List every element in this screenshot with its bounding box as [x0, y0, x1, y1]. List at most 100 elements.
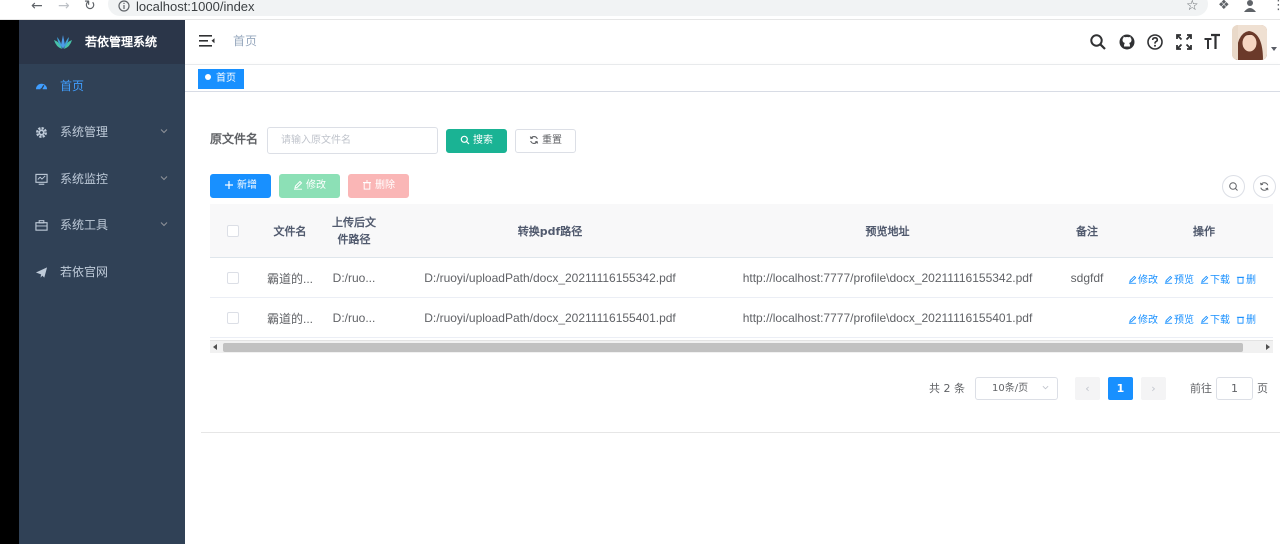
col-header-preview-url: 预览地址 — [865, 224, 910, 238]
edit-icon — [1128, 275, 1137, 284]
caret-down-icon[interactable] — [1271, 47, 1277, 51]
table-header: 文件名 上传后文件路径 转换pdf路径 预览地址 备注 操作 — [210, 204, 1273, 258]
reset-button[interactable]: 重置 — [515, 129, 576, 153]
trash-icon — [1236, 276, 1245, 284]
row-edit-link[interactable]: 修改 — [1128, 271, 1158, 286]
cell-preview-url: http://localhost:7777/profile\docx_20211… — [742, 271, 1033, 285]
monitor-icon — [35, 173, 48, 185]
row-download-link[interactable]: 下载 — [1200, 311, 1230, 326]
sidebar-item-system-management[interactable]: 系统管理 — [19, 110, 185, 156]
refresh-icon — [529, 136, 539, 144]
row-edit-link[interactable]: 修改 — [1128, 311, 1158, 326]
logo-area[interactable]: 若依管理系统 — [19, 20, 185, 64]
search-icon[interactable] — [1089, 33, 1107, 51]
back-arrow-icon[interactable]: ← — [31, 0, 43, 14]
row-checkbox[interactable] — [227, 312, 239, 324]
page-number-1[interactable]: 1 — [1108, 377, 1133, 400]
prev-page-button[interactable]: ‹ — [1075, 377, 1100, 400]
forward-arrow-icon[interactable]: → — [58, 0, 70, 14]
tag-label: 首页 — [216, 73, 236, 84]
left-edge — [0, 20, 19, 544]
search-button[interactable]: 搜索 — [446, 129, 507, 153]
sidebar: 若依管理系统 首页 系统管理 系统监控 系统工具 若依官网 — [19, 20, 185, 544]
edit-icon — [1164, 275, 1173, 284]
chevron-down-icon — [160, 129, 168, 134]
chevron-down-icon — [1042, 385, 1049, 390]
edit-button[interactable]: 修改 — [279, 174, 340, 198]
row-download-link[interactable]: 下载 — [1200, 271, 1230, 286]
sidebar-item-system-tools[interactable]: 系统工具 — [19, 203, 185, 249]
cell-remark — [1065, 298, 1109, 338]
add-button-label: 新增 — [237, 180, 257, 191]
sidebar-item-home[interactable]: 首页 — [19, 64, 185, 110]
url-text: localhost:1000/index — [136, 0, 255, 14]
add-button[interactable]: 新增 — [210, 174, 271, 198]
page-size-select[interactable]: 10条/页 — [975, 377, 1058, 400]
refresh-table-button[interactable] — [1253, 175, 1276, 198]
cell-filename: 霸道的... — [266, 311, 313, 326]
fullscreen-icon[interactable] — [1175, 33, 1193, 51]
reset-button-label: 重置 — [542, 135, 562, 146]
horizontal-scrollbar[interactable] — [210, 340, 1273, 353]
original-filename-input[interactable] — [267, 127, 438, 154]
avatar-image — [1232, 25, 1267, 60]
cell-upload-path: D:/ruo... — [332, 311, 376, 325]
tag-home[interactable]: 首页 — [198, 69, 244, 89]
op-label: 预览 — [1174, 314, 1194, 326]
row-delete-link[interactable]: 删 — [1236, 271, 1256, 286]
toolbox-icon — [35, 220, 48, 231]
gear-icon — [36, 127, 47, 138]
row-delete-link[interactable]: 删 — [1236, 311, 1256, 326]
font-size-icon[interactable] — [1203, 33, 1221, 51]
select-all-checkbox[interactable] — [227, 225, 239, 237]
browser-menu-icon[interactable]: ⋮ — [1272, 0, 1280, 13]
divider — [201, 432, 1280, 433]
table-row[interactable]: 霸道的... D:/ruo... D:/ruoyi/uploadPath/doc… — [210, 298, 1273, 338]
logo-icon — [54, 35, 72, 49]
sidebar-item-system-monitor[interactable]: 系统监控 — [19, 157, 185, 203]
goto-unit: 页 — [1257, 382, 1268, 395]
cell-remark: sdgfdf — [1070, 271, 1104, 285]
search-icon — [1229, 182, 1238, 191]
sidebar-item-label: 首页 — [60, 79, 85, 93]
search-icon — [460, 135, 470, 145]
dashboard-icon — [35, 83, 48, 91]
reload-icon[interactable]: ↻ — [84, 0, 96, 14]
address-bar[interactable] — [108, 0, 1208, 16]
bookmark-star-icon[interactable]: ☆ — [1186, 0, 1199, 13]
sidebar-item-label: 系统工具 — [60, 218, 109, 232]
next-page-button[interactable]: › — [1141, 377, 1166, 400]
chevron-down-icon — [160, 222, 168, 227]
profile-icon[interactable] — [1243, 0, 1257, 12]
original-filename-label: 原文件名 — [210, 132, 259, 146]
cell-upload-path: D:/ruo... — [332, 271, 376, 285]
op-label: 删 — [1246, 314, 1256, 326]
extensions-puzzle-icon[interactable]: ❖ — [1218, 0, 1230, 13]
help-question-icon[interactable] — [1146, 33, 1164, 51]
cell-filename: 霸道的... — [266, 271, 313, 286]
sidebar-item-label: 若依官网 — [60, 265, 109, 279]
edit-icon — [1200, 275, 1209, 284]
goto-page-input[interactable]: 1 — [1216, 377, 1253, 400]
chevron-down-icon — [160, 176, 168, 181]
scrollbar-thumb[interactable] — [223, 343, 1243, 352]
toggle-search-button[interactable] — [1222, 175, 1245, 198]
cell-actions: 修改 预览 下载 删 — [1128, 298, 1273, 338]
file-table: 文件名 上传后文件路径 转换pdf路径 预览地址 备注 操作 霸道的... D:… — [210, 204, 1273, 356]
delete-button[interactable]: 删除 — [348, 174, 409, 198]
hamburger-toggle-icon[interactable] — [199, 34, 215, 48]
avatar[interactable] — [1232, 25, 1267, 60]
cell-pdf-path: D:/ruoyi/uploadPath/docx_20211116155401.… — [424, 311, 676, 325]
row-preview-link[interactable]: 预览 — [1164, 311, 1194, 326]
row-checkbox[interactable] — [227, 272, 239, 284]
table-row[interactable]: 霸道的... D:/ruo... D:/ruoyi/uploadPath/doc… — [210, 258, 1273, 298]
github-icon[interactable] — [1118, 33, 1136, 51]
trash-icon — [1236, 316, 1245, 324]
sidebar-item-official-site[interactable]: 若依官网 — [19, 250, 185, 296]
row-preview-link[interactable]: 预览 — [1164, 271, 1194, 286]
active-dot-icon — [205, 74, 211, 80]
info-icon[interactable] — [118, 0, 130, 12]
scroll-right-arrow-icon[interactable] — [1266, 344, 1270, 350]
col-header-filename: 文件名 — [273, 224, 307, 238]
scroll-left-arrow-icon[interactable] — [213, 344, 217, 350]
